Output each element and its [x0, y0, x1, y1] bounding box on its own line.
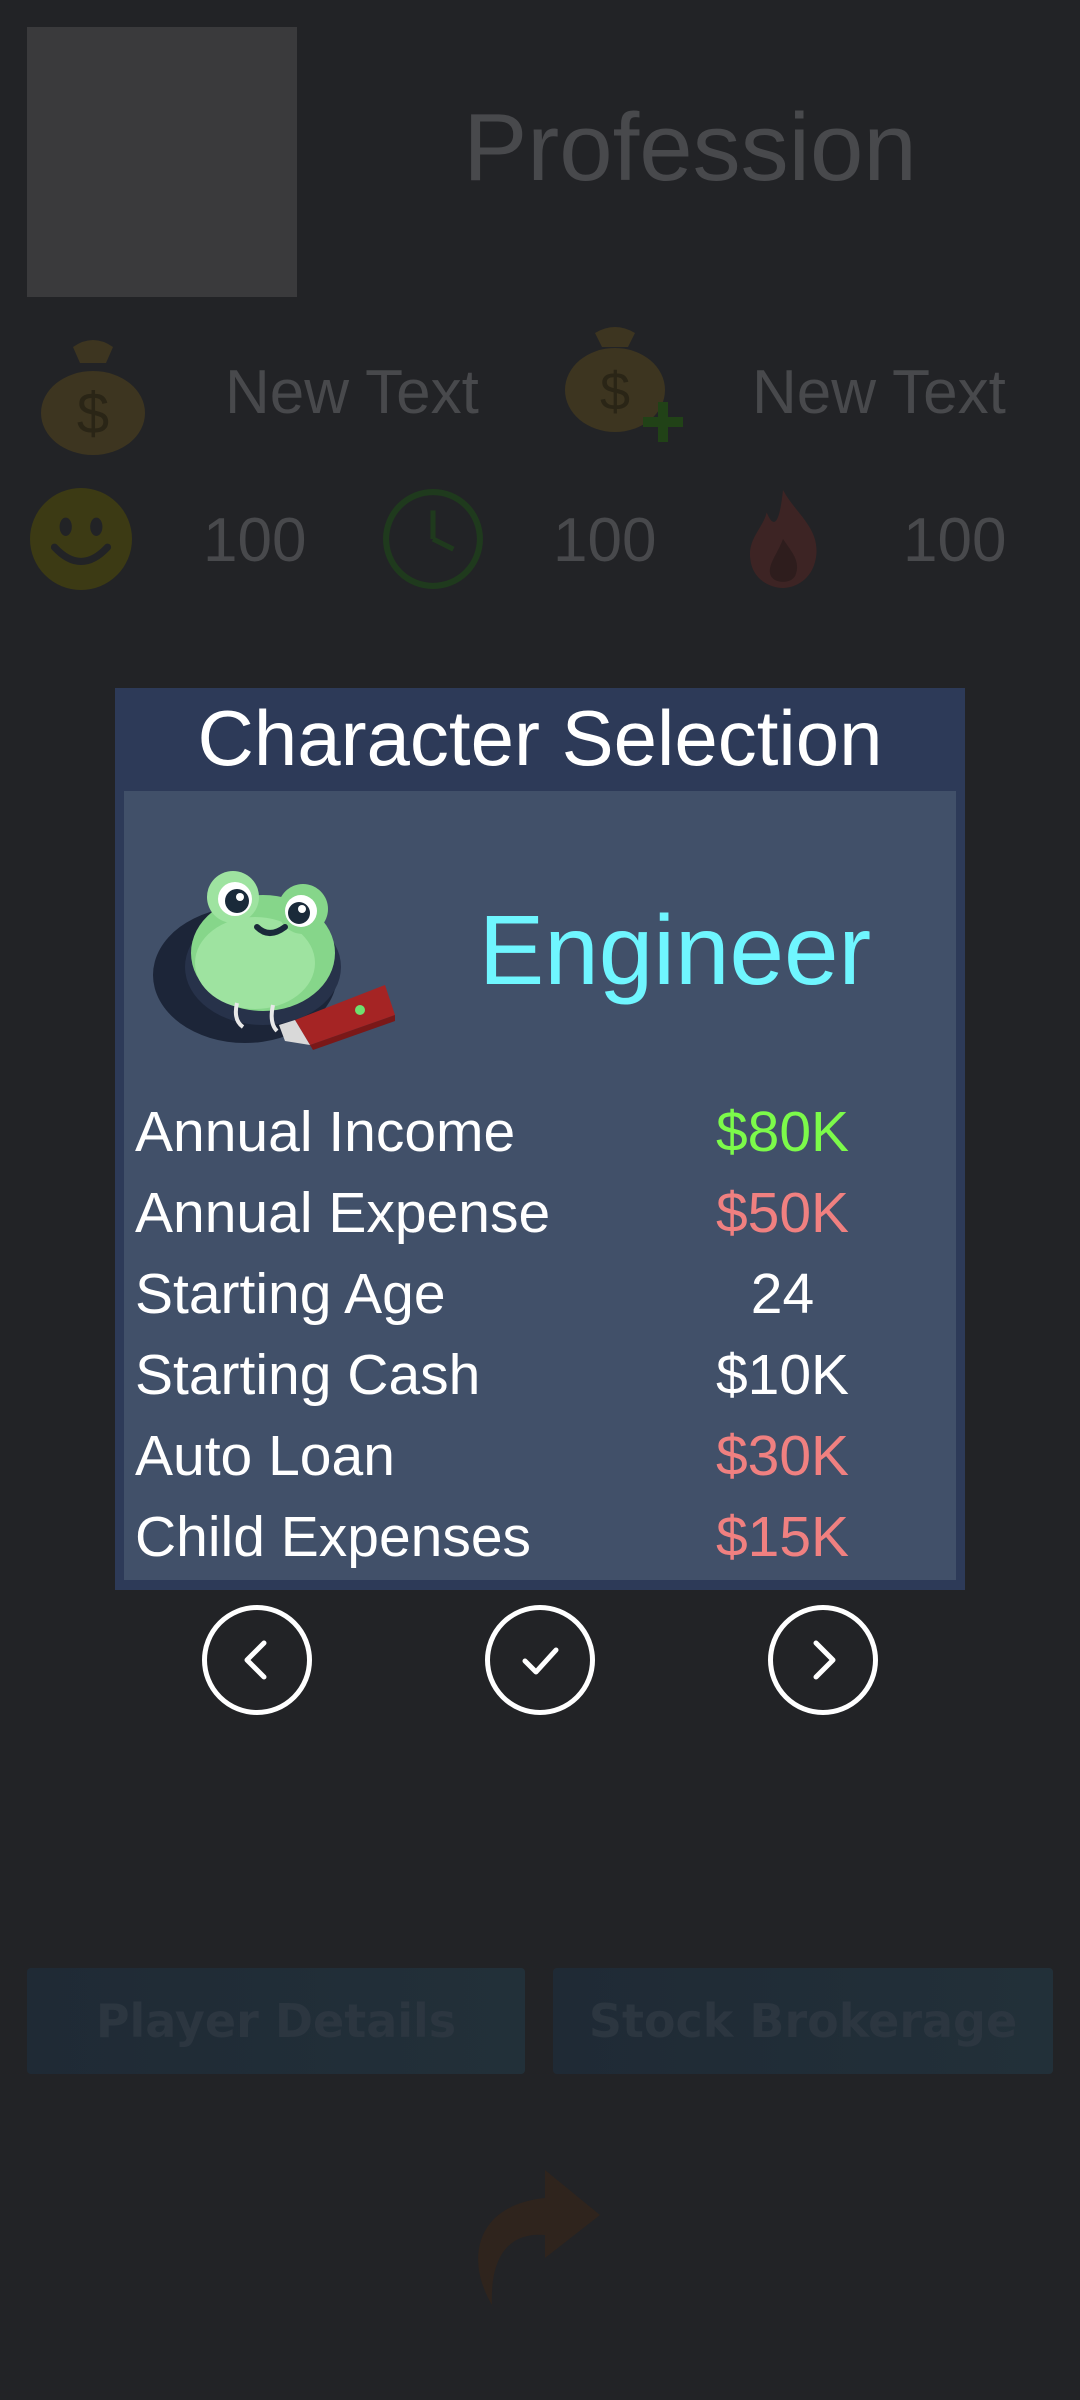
forward-arrow-icon	[478, 2170, 600, 2305]
stat-label-annual-expense: Annual Expense	[135, 1181, 551, 1245]
stat-value-starting-age: 24	[750, 1262, 815, 1326]
stat-label-auto-loan: Auto Loan	[135, 1424, 395, 1488]
stat-label-annual-income: Annual Income	[135, 1100, 516, 1164]
modal-title: Character Selection	[197, 694, 883, 782]
happiness-value: 100	[203, 506, 307, 575]
player-avatar-placeholder	[27, 27, 297, 297]
svg-text:$: $	[600, 362, 630, 422]
income-text: New Text	[225, 358, 479, 427]
stat-value-auto-loan: $30K	[715, 1424, 850, 1488]
stat-value-annual-expense: $50K	[715, 1181, 850, 1245]
burnout-fire-icon	[749, 490, 817, 588]
checkmark-icon	[522, 1647, 559, 1675]
money-bag-plus-icon: $	[565, 327, 683, 442]
stat-label-starting-age: Starting Age	[135, 1262, 446, 1326]
frog-with-laptop-icon	[153, 871, 395, 1050]
stat-label-child-expenses: Child Expenses	[135, 1505, 532, 1569]
stat-label-starting-cash: Starting Cash	[135, 1343, 481, 1407]
money-bag-icon: $	[41, 340, 145, 455]
chevron-left-icon	[244, 1640, 267, 1680]
burnout-value: 100	[903, 506, 1007, 575]
stat-value-child-expenses: $15K	[715, 1505, 850, 1569]
chevron-right-icon	[813, 1640, 836, 1680]
previous-character-button[interactable]	[202, 1605, 312, 1715]
profession-name: Engineer	[478, 895, 872, 1005]
svg-text:$: $	[77, 381, 109, 446]
next-character-button[interactable]	[768, 1605, 878, 1715]
profession-title: Profession	[463, 94, 917, 201]
stat-value-annual-income: $80K	[715, 1100, 850, 1164]
extra-income-text: New Text	[752, 358, 1006, 427]
player-details-button: Player Details	[27, 1968, 525, 2074]
clock-icon	[383, 489, 483, 589]
confirm-character-button[interactable]	[485, 1605, 595, 1715]
stock-brokerage-button: Stock Brokerage	[553, 1968, 1053, 2074]
happiness-icon	[30, 488, 132, 590]
stat-value-starting-cash: $10K	[715, 1343, 850, 1407]
time-value: 100	[553, 506, 657, 575]
